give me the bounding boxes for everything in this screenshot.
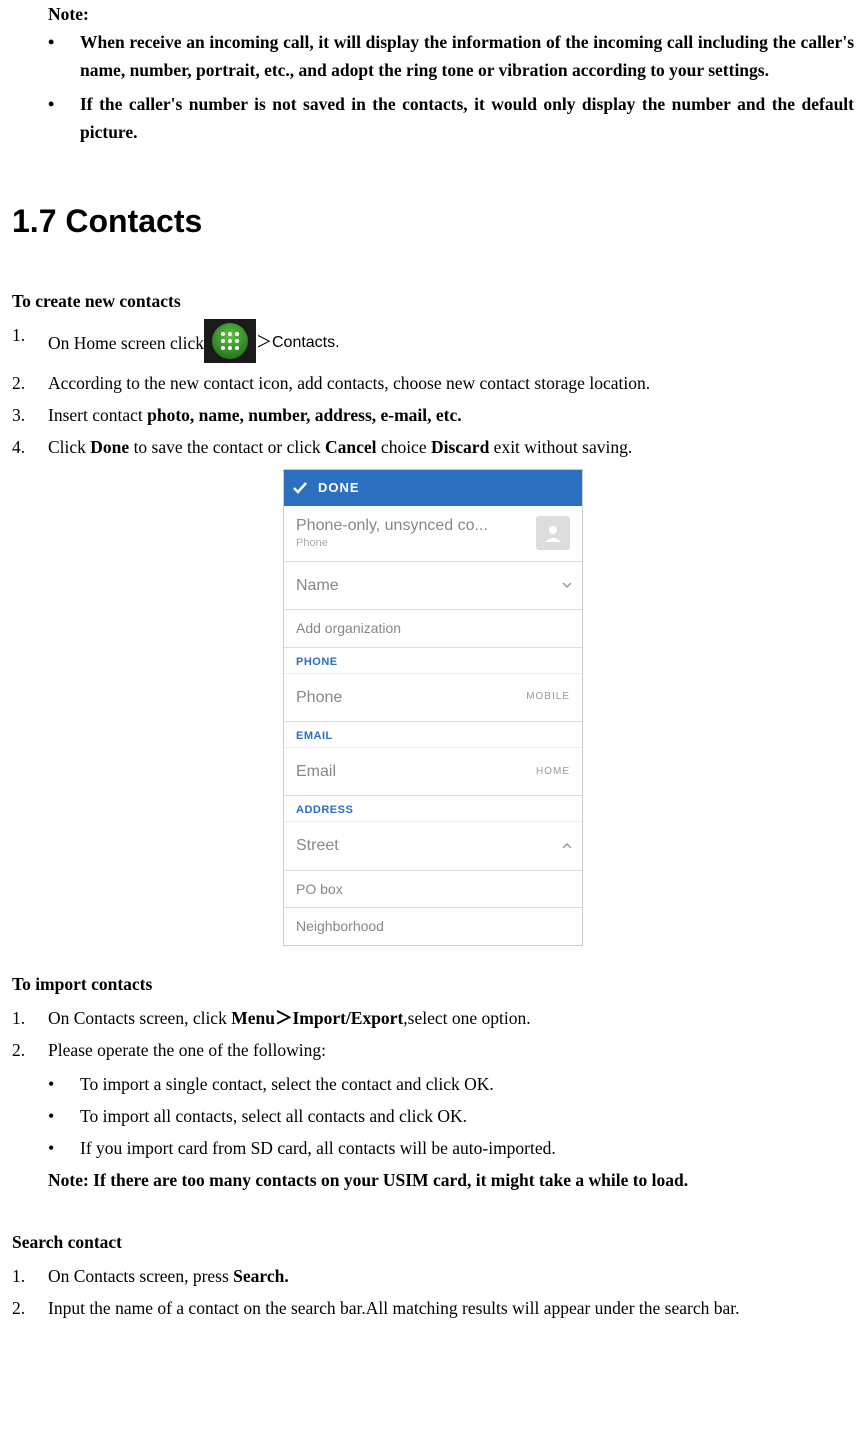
note-bullet-1: When receive an incoming call, it will d… [80,28,854,84]
phone-field[interactable]: Phone MOBILE [284,674,582,722]
note-bullets: When receive an incoming call, it will d… [80,28,854,146]
import-step-2: 2. Please operate the one of the followi… [48,1036,854,1064]
search-contact-header: Search contact [12,1228,854,1256]
checkmark-icon [292,480,308,496]
done-button-label: DONE [318,480,360,496]
address-section-header: ADDRESS [284,796,582,822]
import-bullet-2: To import all contacts, select all conta… [80,1102,854,1130]
import-bullet-3: If you import card from SD card, all con… [80,1134,854,1162]
phone-type-label[interactable]: MOBILE [526,691,570,703]
create-step-3: 3. Insert contact photo, name, number, a… [48,401,854,429]
pobox-field[interactable]: PO box [284,871,582,909]
section-title-contacts: 1.7 Contacts [12,196,854,247]
create-step-2: 2. According to the new contact icon, ad… [48,369,854,397]
import-contacts-header: To import contacts [12,970,854,998]
contact-editor-screenshot: DONE Phone-only, unsynced co... Phone Na… [283,469,583,946]
phone-section-header: PHONE [284,648,582,674]
note-header: Note: [48,0,854,28]
neighborhood-field[interactable]: Neighborhood [284,908,582,945]
contact-type-row[interactable]: Phone-only, unsynced co... Phone [284,506,582,561]
street-field[interactable]: Street [284,822,582,870]
chevron-up-icon [562,841,572,851]
import-bullets: To import a single contact, select the c… [80,1070,854,1162]
create-contacts-header: To create new contacts [12,287,854,315]
email-type-label[interactable]: HOME [536,766,570,778]
create-step-1: 1. On Home screen click [48,321,854,365]
import-step-1: 1. On Contacts screen, click Menu＞Import… [48,1004,854,1032]
import-contacts-steps: 1. On Contacts screen, click Menu＞Import… [12,1004,854,1064]
contact-photo-placeholder-icon[interactable] [536,516,570,550]
search-step-2: 2. Input the name of a contact on the se… [48,1294,854,1322]
name-field[interactable]: Name [284,562,582,610]
create-step-4: 4. Click Done to save the contact or cli… [48,433,854,461]
add-organization-row[interactable]: Add organization [284,610,582,648]
search-step-1: 1. On Contacts screen, press Search. [48,1262,854,1290]
email-section-header: EMAIL [284,722,582,748]
contact-editor-topbar[interactable]: DONE [284,470,582,506]
search-contact-steps: 1. On Contacts screen, press Search. 2. … [12,1262,854,1322]
note-block: Note: When receive an incoming call, it … [12,0,854,146]
email-field[interactable]: Email HOME [284,748,582,796]
chevron-down-icon [562,580,572,590]
note-bullet-2: If the caller's number is not saved in t… [80,90,854,146]
apps-grid-icon [204,319,256,363]
create-contacts-steps: 1. On Home screen click [12,321,854,461]
import-bullet-1: To import a single contact, select the c… [80,1070,854,1098]
import-note: Note: If there are too many contacts on … [48,1166,854,1194]
